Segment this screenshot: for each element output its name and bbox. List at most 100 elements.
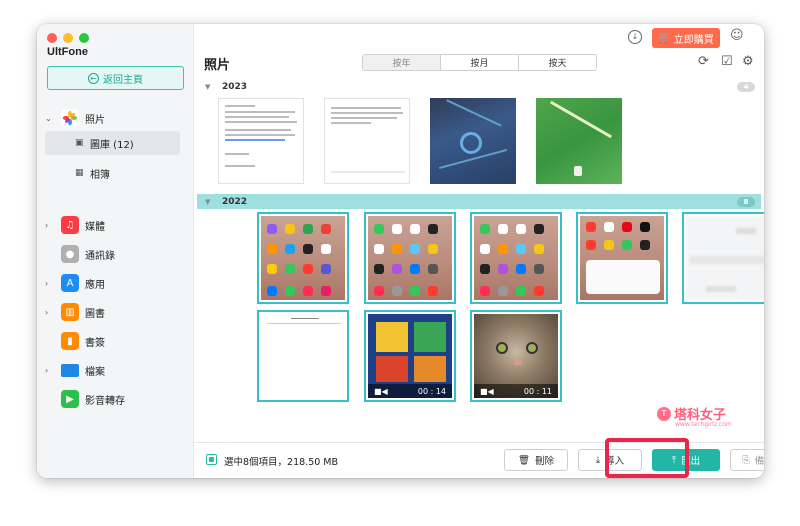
- user-icon[interactable]: ☺: [730, 28, 744, 43]
- watermark-url: www.techgirlz.com: [675, 421, 732, 428]
- view-mode-tabs: 按年 按月 按天: [362, 54, 597, 71]
- chevron-right-icon[interactable]: ›: [45, 308, 48, 317]
- calendar-check-icon[interactable]: ☑: [721, 54, 733, 69]
- sidebar-item-album[interactable]: ▦ 相簿: [45, 161, 180, 185]
- video-info-bar: ■◀ 00 : 11: [474, 384, 558, 398]
- sidebar-item-label: 通訊錄: [85, 250, 115, 262]
- photo-thumbnail[interactable]: [428, 96, 518, 186]
- books-icon: ▥: [61, 303, 79, 321]
- gallery-icon: ▣: [75, 138, 84, 148]
- sidebar-item-gallery[interactable]: ▣ 圖庫 (12): [45, 131, 180, 155]
- sidebar-item-files[interactable]: › 檔案: [37, 359, 194, 381]
- photo-thumbnail[interactable]: [364, 212, 456, 304]
- document-screenshot: [324, 98, 410, 184]
- video-info-bar: ■◀ 00 : 14: [368, 384, 452, 398]
- video-camera-icon: ■◀: [480, 386, 494, 396]
- homescreen-screenshot: [580, 216, 664, 300]
- video-thumbnail[interactable]: ■◀ 00 : 11: [470, 310, 562, 402]
- year-group-header[interactable]: ▼ 2022 8: [197, 194, 761, 209]
- sidebar-item-bookmarks[interactable]: ▮ 書簽: [37, 330, 194, 352]
- chevron-right-icon[interactable]: ›: [45, 366, 48, 375]
- sidebar-item-media[interactable]: › ♫ 媒體: [37, 214, 194, 236]
- sidebar-item-contacts[interactable]: ● 通訊錄: [37, 243, 194, 265]
- sidebar-item-photos[interactable]: ⌄ 照片: [37, 107, 194, 129]
- trash-icon: 🗑: [517, 454, 531, 466]
- year-label: 2022: [222, 196, 248, 207]
- download-icon[interactable]: ↓: [628, 30, 642, 44]
- count-badge: 8: [737, 196, 755, 207]
- blurred-image: [686, 216, 764, 300]
- window-controls: [47, 33, 89, 43]
- sidebar-item-label: 照片: [85, 114, 105, 126]
- game-map-image: [430, 98, 516, 184]
- sidebar-item-label: 應用: [85, 279, 105, 291]
- export-highlight-box: [605, 438, 689, 478]
- album-icon: ▦: [75, 168, 84, 178]
- minimize-window-button[interactable]: [63, 33, 73, 43]
- homescreen-screenshot: [474, 216, 558, 300]
- back-arrow-icon: ←: [88, 72, 99, 84]
- delete-label: 刪除: [535, 456, 555, 467]
- photo-thumbnail[interactable]: [257, 212, 349, 304]
- sidebar-item-apps[interactable]: › A 應用: [37, 272, 194, 294]
- sidebar-item-label: 書簽: [85, 337, 105, 349]
- photo-thumbnail[interactable]: [470, 212, 562, 304]
- photo-thumbnail[interactable]: [534, 96, 624, 186]
- chevron-right-icon[interactable]: ›: [45, 221, 48, 230]
- delete-button[interactable]: 🗑 刪除: [504, 449, 568, 471]
- music-icon: ♫: [61, 216, 79, 234]
- backup-label: 備份: [754, 456, 764, 467]
- video-duration: 00 : 11: [523, 386, 552, 396]
- return-home-label: 返回主頁: [103, 74, 143, 86]
- photo-thumbnail[interactable]: [682, 212, 764, 304]
- sidebar-item-label: 相簿: [90, 169, 110, 181]
- year-group-header[interactable]: ▼ 2023 4: [197, 79, 761, 94]
- photos-icon: [61, 109, 79, 127]
- document-screenshot: [218, 98, 304, 184]
- zoom-window-button[interactable]: [79, 33, 89, 43]
- download-tray-icon: ⤓: [595, 454, 601, 466]
- sidebar-item-video-transfer[interactable]: ▶ 影音轉存: [37, 388, 194, 410]
- photo-thumbnail[interactable]: [322, 96, 412, 186]
- tab-by-month[interactable]: 按月: [441, 55, 519, 70]
- sidebar: UltFone ← 返回主頁 ⌄ 照片 ▣ 圖庫 (12) ▦ 相簿 › ♫ 媒…: [37, 24, 194, 478]
- triangle-down-icon[interactable]: ▼: [205, 83, 210, 91]
- photo-thumbnail[interactable]: [257, 310, 349, 402]
- homescreen-screenshot: [368, 216, 452, 300]
- appstore-icon: A: [61, 274, 79, 292]
- page-title: 照片: [204, 58, 231, 73]
- refresh-icon[interactable]: ⟳: [698, 54, 709, 69]
- tab-by-day[interactable]: 按天: [519, 55, 596, 70]
- cart-icon: 🛒: [658, 32, 671, 44]
- app-name: UltFone: [47, 46, 88, 58]
- video-camera-icon: ■◀: [374, 386, 388, 396]
- video-transfer-icon: ▶: [61, 390, 79, 408]
- selection-info: 選中8個項目，218.50 MB: [224, 457, 339, 468]
- video-thumbnail[interactable]: ■◀ 00 : 14: [364, 310, 456, 402]
- sidebar-item-label: 影音轉存: [85, 395, 125, 407]
- chevron-right-icon[interactable]: ›: [45, 279, 48, 288]
- gear-icon[interactable]: ⚙: [742, 54, 754, 69]
- video-duration: 00 : 14: [417, 386, 446, 396]
- backup-button[interactable]: ⎘ 備份: [730, 449, 764, 471]
- watermark-logo-icon: T: [657, 406, 671, 421]
- year-label: 2023: [222, 81, 248, 92]
- folder-icon: [61, 363, 79, 377]
- sidebar-item-label: 圖庫 (12): [90, 139, 134, 151]
- photo-thumbnail[interactable]: [216, 96, 306, 186]
- buy-now-button[interactable]: 🛒 立即購買: [652, 28, 720, 48]
- return-home-button[interactable]: ← 返回主頁: [47, 66, 184, 90]
- backup-icon: ⎘: [742, 454, 750, 466]
- sidebar-item-books[interactable]: › ▥ 圖書: [37, 301, 194, 323]
- game-map-image: [536, 98, 622, 184]
- close-window-button[interactable]: [47, 33, 57, 43]
- sidebar-item-label: 媒體: [85, 221, 105, 233]
- homescreen-screenshot: [261, 216, 345, 300]
- chevron-down-icon[interactable]: ⌄: [45, 114, 52, 123]
- select-all-checkbox[interactable]: [206, 454, 217, 465]
- sidebar-item-label: 檔案: [85, 366, 105, 378]
- photo-thumbnail[interactable]: [576, 212, 668, 304]
- buy-now-label: 立即購買: [673, 34, 714, 46]
- triangle-down-icon[interactable]: ▼: [205, 198, 210, 206]
- tab-by-year[interactable]: 按年: [363, 55, 441, 70]
